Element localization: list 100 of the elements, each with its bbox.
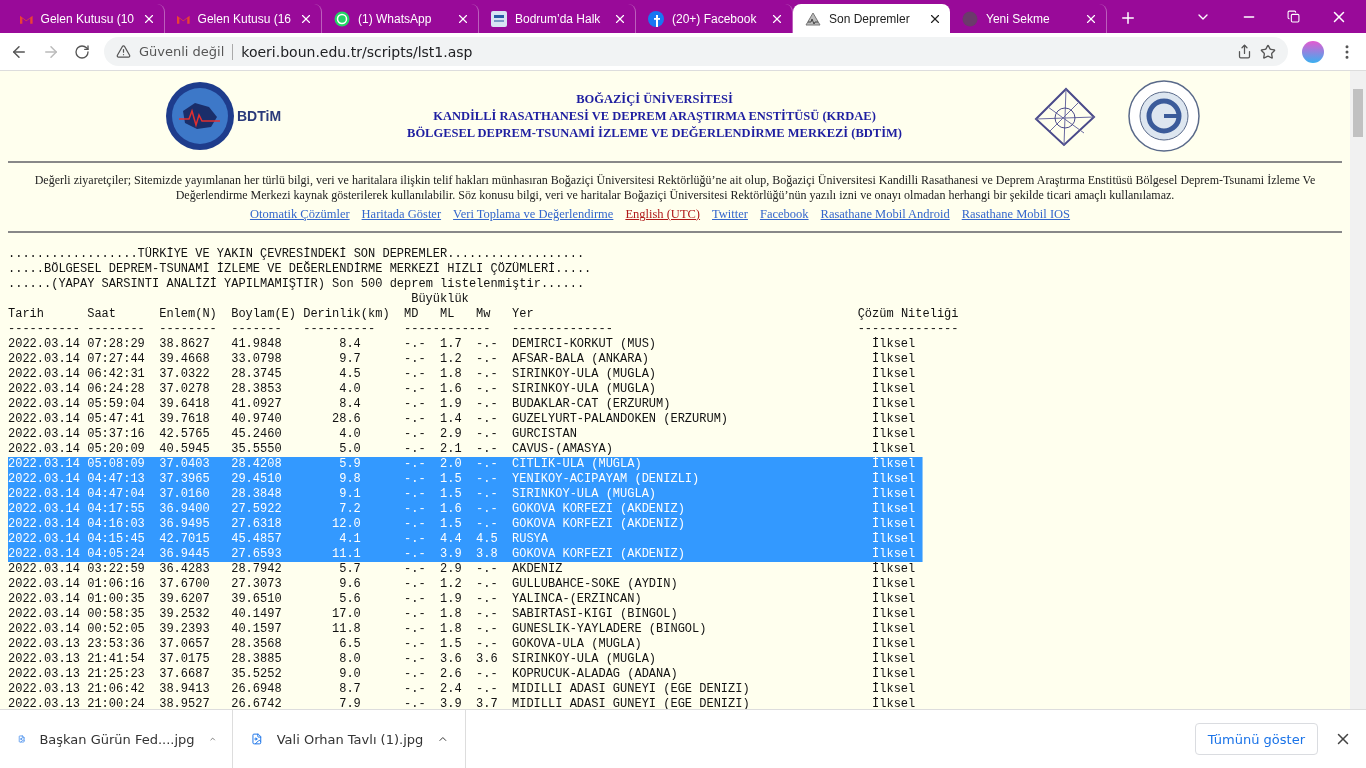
table-row[interactable]: 2022.03.13 21:41:54 37.0175 28.3885 8.0 -.- 3.6 3.6 SIRINKOY-ULA (MUGLA) İlksel <box>8 652 959 667</box>
header-rule: -------------- <box>857 322 959 337</box>
table-cell-text: -.- <box>404 382 427 397</box>
table-cell-text: 39.6510 <box>231 592 283 607</box>
table-row[interactable]: 2022.03.14 00:58:35 39.2532 40.1497 17.0 -.- 1.8 -.- SABIRTASI-KIGI (BINGOL) İlksel <box>8 607 959 622</box>
table-row[interactable]: 2022.03.14 00:52:05 39.2393 40.1597 11.8 -.- 1.8 -.- GUNESLIK-YAYLADERE (BINGOL) İlksel <box>8 622 959 637</box>
table-cell-text: -.- <box>404 412 427 427</box>
profile-avatar[interactable] <box>1302 40 1324 63</box>
table-cell-text: 11.8 <box>331 622 362 637</box>
table-cell-text: 8.4 <box>338 337 362 352</box>
table-cell-text: 2022.03.14 <box>8 427 81 442</box>
table-cell-text: 36.9400 <box>159 502 211 517</box>
table-cell-text: 8.4 <box>338 397 362 412</box>
table-cell-text: 2022.03.14 <box>8 382 81 397</box>
browser-tab[interactable]: Son Depremler <box>793 4 950 33</box>
table-cell-text: AKDENIZ <box>512 562 564 577</box>
table-cell-text: 17.0 <box>331 607 362 622</box>
table-cell-text: 28.4208 <box>231 457 283 472</box>
table-row[interactable]: 2022.03.13 21:25:23 37.6687 35.5252 9.0 -.- 2.6 -.- KOPRUCUK-ALADAG (ADANA) İlksel <box>8 667 959 682</box>
table-cell-text: 5.0 <box>338 442 362 457</box>
table-cell-text: İlksel <box>871 442 917 457</box>
table-cell-text: 2022.03.13 <box>8 652 81 667</box>
share-icon[interactable] <box>1237 44 1252 59</box>
table-cell-text: 9.6 <box>338 577 362 592</box>
institute-title: BÖLGESEL DEPREM-TSUNAMİ İZLEME VE DEĞERLENDİRME MERKEZİ (BDTİM) <box>407 125 903 141</box>
scrollbar-thumb[interactable] <box>1353 89 1363 137</box>
table-cell-text: SIRINKOY-ULA (MUGLA) <box>512 382 658 397</box>
nav-link[interactable]: Otomatik Çözümler <box>249 207 350 222</box>
table-cell-text: 27.6593 <box>231 547 283 562</box>
table-row[interactable]: 2022.03.13 21:00:24 38.9527 26.6742 7.9 -.- 3.9 3.7 MIDILLI ADASI GUNEYI (EGE DENIZI) İlksel <box>8 697 959 709</box>
table-cell-text: -.- <box>404 457 427 472</box>
column-header: ML <box>440 307 456 322</box>
table-row[interactable]: 2022.03.14 03:22:59 36.4283 28.7942 5.7 -.- 2.9 -.- AKDENIZ İlksel <box>8 562 959 577</box>
download-item[interactable]: Vali Orhan Tavlı (1).jpg <box>251 710 466 768</box>
restore-icon[interactable] <box>1287 10 1300 23</box>
table-cell-text: 42.5765 <box>159 427 211 442</box>
nav-link[interactable]: English (UTC) <box>625 207 701 222</box>
show-all-button[interactable]: Tümünü göster <box>1194 723 1318 755</box>
url-text: koeri.boun.edu.tr/scripts/lst1.asp <box>241 43 473 60</box>
table-row[interactable]: 2022.03.14 05:47:41 39.7618 40.9740 28.6 -.- 1.4 -.- GUZELYURT-PALANDOKEN (ERZURUM) İlksel <box>8 412 959 427</box>
column-header: Mw <box>476 307 492 322</box>
table-row[interactable]: 2022.03.14 01:00:35 39.6207 39.6510 5.6 -.- 1.9 -.- YALINCA-(ERZINCAN) İlksel <box>8 592 959 607</box>
table-row[interactable]: 2022.03.13 23:53:36 37.0657 28.3568 6.5 -.- 1.5 -.- GOKOVA-ULA (MUGLA) İlksel <box>8 637 959 652</box>
table-cell-text: 28.3885 <box>231 652 283 667</box>
table-row[interactable]: 2022.03.14 05:20:09 40.5945 35.5550 5.0 -.- 2.1 -.- CAVUS-(AMASYA) İlksel <box>8 442 959 457</box>
table-cell-text: 35.5252 <box>231 667 283 682</box>
table-cell-text: 2.1 <box>440 442 463 457</box>
bookmark-icon[interactable] <box>1260 43 1276 60</box>
table-cell-text: 26.6948 <box>231 682 283 697</box>
table-cell-text: 37.0322 <box>159 367 211 382</box>
table-cell-text: 28.3848 <box>231 487 283 502</box>
table-row[interactable]: 2022.03.13 21:06:42 38.9413 26.6948 8.7 -.- 2.4 -.- MIDILLI ADASI GUNEYI (EGE DENIZI) İlksel <box>8 682 959 697</box>
table-cell-text: 1.6 <box>440 382 463 397</box>
table-cell-text: 28.3568 <box>231 637 283 652</box>
security-label[interactable]: Güvenli değil <box>139 44 225 59</box>
table-cell-text: -.- <box>476 457 499 472</box>
table-cell-text: 38.8627 <box>159 337 211 352</box>
table-row[interactable]: 2022.03.14 06:42:31 37.0322 28.3745 4.5 -.- 1.8 -.- SIRINKOY-ULA (MUGLA) İlksel <box>8 367 959 382</box>
nav-link[interactable]: Twitter <box>712 207 748 222</box>
address-bar[interactable]: Güvenli değil koeri.boun.edu.tr/scripts/lst1.asp <box>104 37 1288 66</box>
table-cell-text: 45.4857 <box>231 532 283 547</box>
table-cell-text: 41.9848 <box>231 337 283 352</box>
table-row[interactable]: 2022.03.14 05:59:04 39.6418 41.0927 8.4 -.- 1.9 -.- BUDAKLAR-CAT (ERZURUM) İlksel <box>8 397 959 412</box>
nav-link[interactable]: Facebook <box>759 207 809 222</box>
table-cell-text: -.- <box>476 622 499 637</box>
table-row[interactable]: 2022.03.14 05:37:16 42.5765 45.2460 4.0 -.- 2.9 -.- GURCISTAN İlksel <box>8 427 959 442</box>
table-cell-text: 00:52:05 <box>87 622 146 637</box>
column-header: Çözüm Niteliği <box>857 307 959 322</box>
reload-icon[interactable] <box>74 43 90 60</box>
table-cell-text: -.- <box>476 352 499 367</box>
table-cell-text: 2022.03.14 <box>8 397 81 412</box>
table-row[interactable]: 2022.03.14 06:24:28 37.0278 28.3853 4.0 -.- 1.6 -.- SIRINKOY-ULA (MUGLA) İlksel <box>8 382 959 397</box>
table-cell-text: SIRINKOY-ULA (MUGLA) <box>512 652 658 667</box>
table-cell-text: 40.1497 <box>231 607 283 622</box>
table-cell-text: 42.7015 <box>159 532 211 547</box>
table-cell-text: 2022.03.14 <box>8 547 81 562</box>
table-cell-text: 2022.03.14 <box>8 592 81 607</box>
table-cell-text: 1.5 <box>440 637 463 652</box>
table-cell-text: 28.6 <box>331 412 362 427</box>
download-item[interactable]: Başkan Gürün Fed....jpg <box>18 710 233 768</box>
table-cell-text: -.- <box>404 607 427 622</box>
nav-link[interactable]: Rasathane Mobil IOS <box>961 207 1071 222</box>
table-cell-text: -.- <box>404 502 427 517</box>
nav-link[interactable]: Veri Toplama ve Değerlendirme <box>453 207 614 222</box>
nav-link[interactable]: Haritada Göster <box>361 207 442 222</box>
table-cell-text: 07:27:44 <box>87 352 146 367</box>
table-cell-text: 05:47:41 <box>87 412 146 427</box>
table-cell-text: 4.5 <box>338 367 362 382</box>
table-row[interactable]: 2022.03.14 07:28:29 38.8627 41.9848 8.4 -.- 1.7 -.- DEMIRCI-KORKUT (MUS) İlksel <box>8 337 959 352</box>
nav-link[interactable]: Rasathane Mobil Android <box>820 207 950 222</box>
table-cell-text: İlksel <box>871 367 917 382</box>
table-row[interactable]: 2022.03.14 07:27:44 39.4668 33.0798 9.7 -.- 1.2 -.- AFSAR-BALA (ANKARA) İlksel <box>8 352 959 367</box>
table-row[interactable]: 2022.03.14 01:06:16 37.6700 27.3073 9.6 -.- 1.2 -.- GULLUBAHCE-SOKE (AYDIN) İlksel <box>8 577 959 592</box>
table-cell-text: 39.4668 <box>159 352 211 367</box>
new-tab-icon[interactable] <box>1119 9 1137 27</box>
table-cell-text: 37.0403 <box>159 457 211 472</box>
table-cell-text: 37.0160 <box>159 487 211 502</box>
table-cell-text: -.- <box>476 637 499 652</box>
column-header: MD <box>404 307 420 322</box>
table-cell-text: 3.6 <box>440 652 463 667</box>
